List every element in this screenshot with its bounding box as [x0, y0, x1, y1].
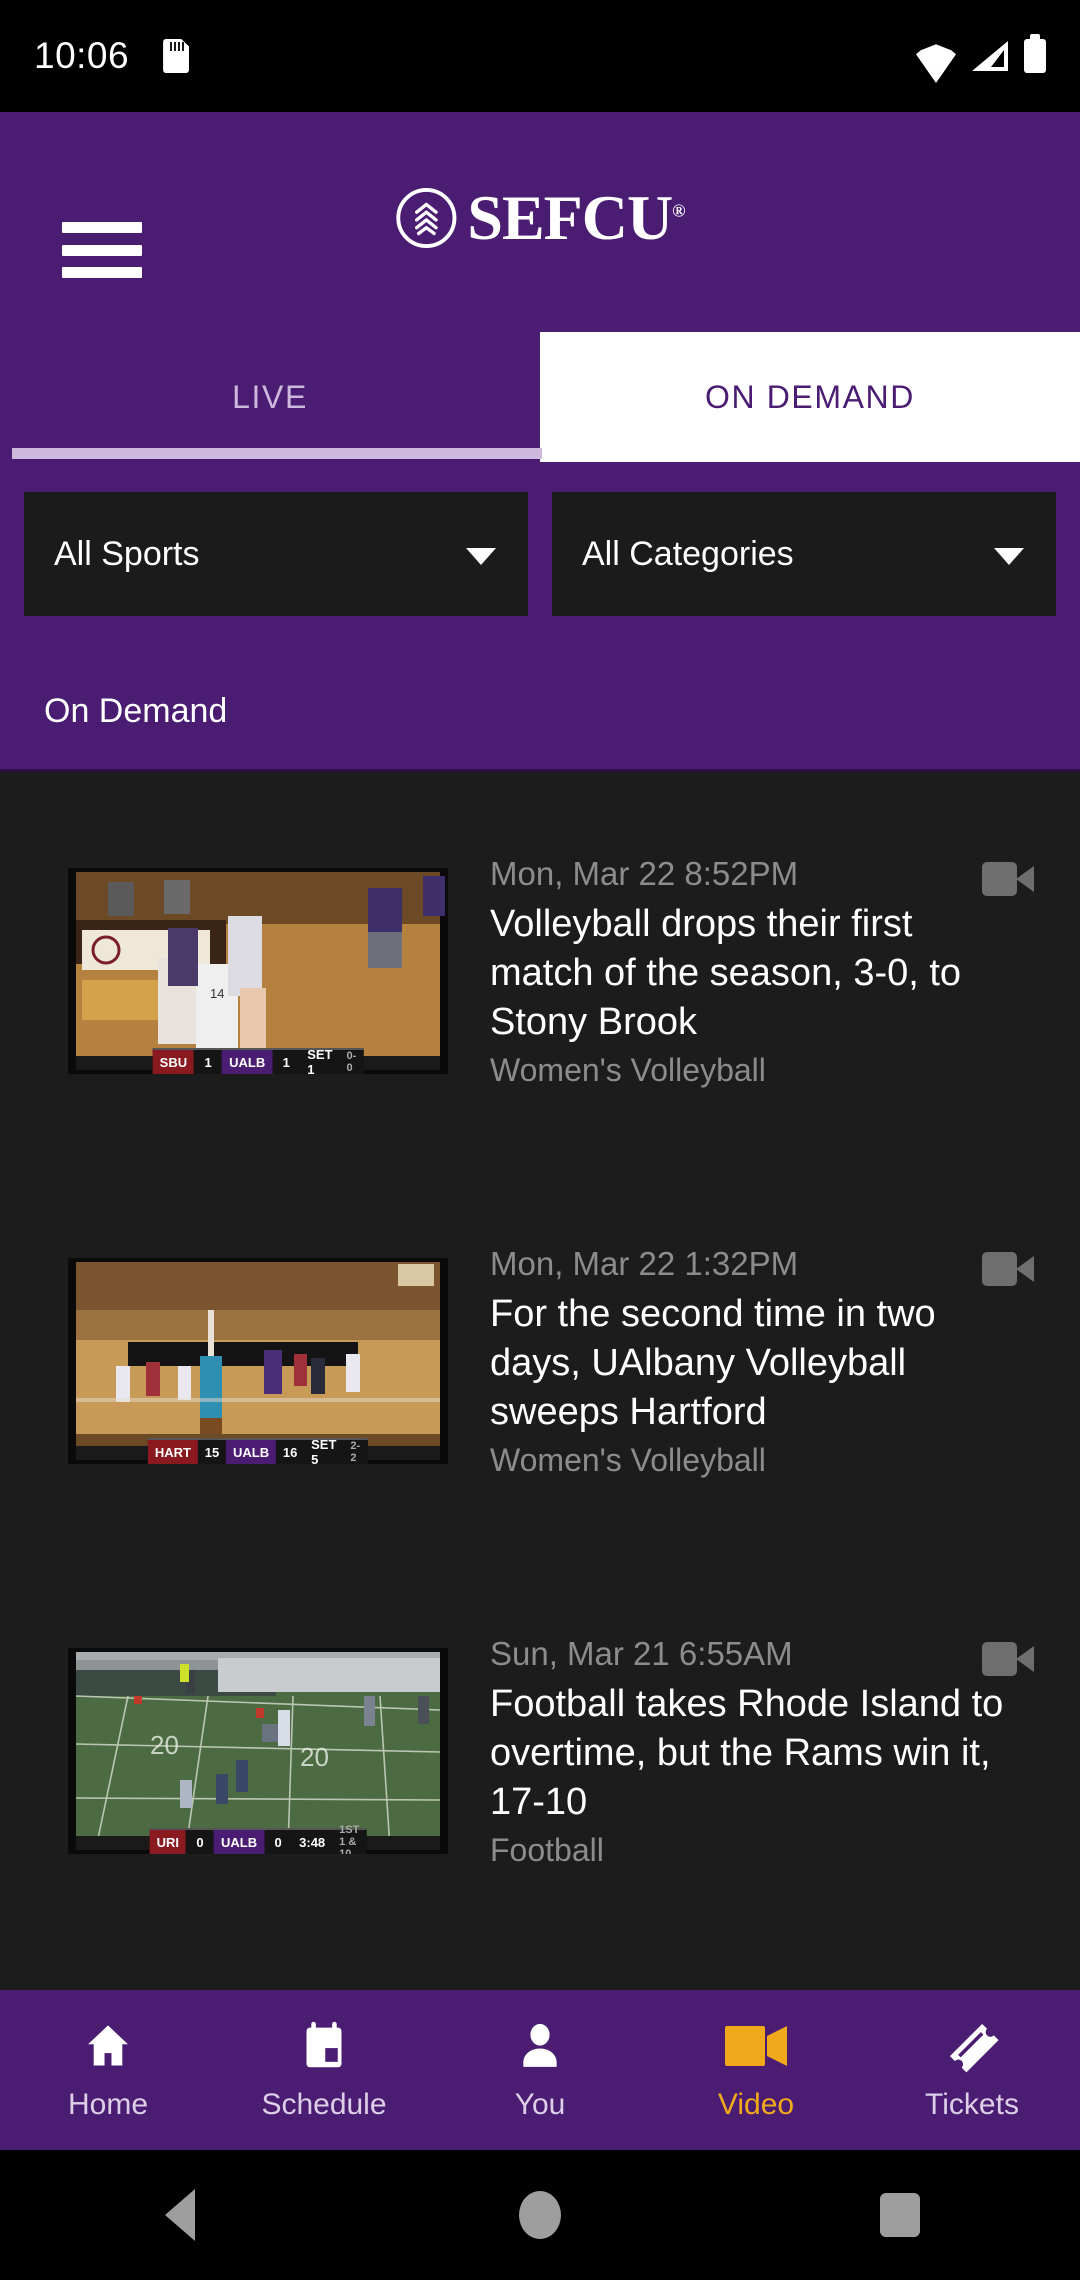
video-thumbnail[interactable]: 14 SBU 1 UALB 1 SET 1 0-0	[68, 868, 448, 1074]
wifi-icon	[916, 41, 956, 71]
video-sport: Football	[490, 1832, 604, 1869]
video-date: Mon, Mar 22 1:32PM	[490, 1245, 799, 1282]
nav-label-you: You	[514, 2088, 566, 2121]
nav-label-schedule: Schedule	[261, 2088, 387, 2121]
back-button[interactable]	[0, 2189, 360, 2241]
thumbnail-image: 20 20	[68, 1648, 448, 1854]
score-value-b: 16	[276, 1440, 305, 1464]
sefcu-emblem-icon	[396, 187, 457, 249]
tab-live[interactable]: LIVE	[0, 332, 540, 462]
section-title: On Demand	[44, 692, 228, 730]
score-value-a: 0	[186, 1830, 215, 1854]
section-header: On Demand	[0, 654, 1080, 772]
svg-text:20: 20	[300, 1742, 329, 1772]
video-title[interactable]: Volleyball drops their first match of th…	[490, 900, 1010, 1046]
categories-filter-value: All Categories	[582, 534, 794, 573]
chevron-down-icon	[466, 548, 496, 565]
brand-text: SEFCU	[467, 182, 673, 253]
thumbnail-image: 14	[68, 868, 448, 1074]
score-team-b: UALB	[214, 1830, 265, 1854]
thumbnail-scoreboard: HART 15 UALB 16 SET 5 2-2	[147, 1437, 369, 1464]
video-thumbnail[interactable]: HART 15 UALB 16 SET 5 2-2	[68, 1258, 448, 1464]
brand-trademark: ®	[672, 200, 685, 221]
thumbnail-scoreboard: SBU 1 UALB 1 SET 1 0-0	[152, 1047, 364, 1074]
video-date: Mon, Mar 22 8:52PM	[490, 855, 799, 892]
nav-item-schedule[interactable]: Schedule	[216, 2018, 432, 2122]
categories-filter-dropdown[interactable]: All Categories	[552, 492, 1056, 616]
tab-on-demand[interactable]: ON DEMAND	[540, 332, 1080, 462]
video-camera-icon	[982, 1252, 1034, 1286]
thumbnail-scoreboard: URI 0 UALB 0 3:48 1ST 1 & 10	[149, 1824, 367, 1854]
score-team-b: UALB	[225, 1440, 277, 1464]
battery-icon	[1024, 34, 1046, 73]
score-team-a: SBU	[152, 1050, 195, 1074]
status-icons	[916, 34, 1046, 73]
score-value-a: 15	[197, 1440, 226, 1464]
sefcu-logo: SEFCU®	[395, 186, 686, 250]
nav-label-home: Home	[67, 2088, 149, 2121]
video-thumbnail[interactable]: 20 20 URI 0 UALB 0 3:48 1ST 1 & 10	[68, 1648, 448, 1854]
nav-label-tickets: Tickets	[925, 2088, 1019, 2121]
video-list[interactable]: 14 SBU 1 UALB 1 SET 1 0-0 Mon, Mar 22 8:…	[0, 772, 1080, 1990]
video-sport: Women's Volleyball	[490, 1052, 766, 1089]
score-period: SET 1	[300, 1047, 340, 1074]
score-period: SET 5	[304, 1437, 344, 1464]
bottom-navigation: Home Schedule You Video Tickets	[0, 1990, 1080, 2150]
chevron-down-icon	[994, 548, 1024, 565]
status-time: 10:06	[34, 35, 130, 76]
hamburger-menu-icon[interactable]	[62, 222, 142, 278]
score-value-b: 0	[264, 1830, 293, 1854]
score-team-a: URI	[149, 1830, 187, 1854]
video-camera-icon	[725, 2018, 787, 2074]
nav-item-video[interactable]: Video	[648, 2018, 864, 2122]
nav-item-you[interactable]: You	[432, 2018, 648, 2122]
svg-text:14: 14	[210, 986, 224, 1001]
recents-button[interactable]	[720, 2193, 1080, 2237]
person-icon	[515, 2018, 565, 2074]
score-extra: 0-0	[339, 1050, 364, 1074]
video-sport: Women's Volleyball	[490, 1442, 766, 1479]
thumbnail-image	[68, 1258, 448, 1464]
video-meta: Sun, Mar 21 6:55AM Football takes Rhode …	[448, 1552, 1056, 1942]
android-navigation-bar	[0, 2150, 1080, 2280]
score-team-a: HART	[147, 1440, 198, 1464]
list-item[interactable]: 20 20 URI 0 UALB 0 3:48 1ST 1 & 10 Sun, …	[0, 1552, 1080, 1942]
video-title[interactable]: Football takes Rhode Island to overtime,…	[490, 1680, 1010, 1826]
score-period: 3:48	[292, 1830, 333, 1854]
score-value-a: 1	[194, 1050, 223, 1074]
score-value-b: 1	[272, 1050, 301, 1074]
brand-name: SEFCU®	[467, 186, 685, 250]
home-button[interactable]	[360, 2191, 720, 2239]
home-icon	[82, 2018, 134, 2074]
status-bar: 10:06	[0, 0, 1080, 112]
score-extra: 1ST 1 & 10	[332, 1824, 367, 1854]
list-item[interactable]: 14 SBU 1 UALB 1 SET 1 0-0 Mon, Mar 22 8:…	[0, 772, 1080, 1162]
list-item[interactable]: HART 15 UALB 16 SET 5 2-2 Mon, Mar 22 1:…	[0, 1162, 1080, 1552]
svg-text:20: 20	[150, 1730, 179, 1760]
video-camera-icon	[982, 862, 1034, 896]
sports-filter-dropdown[interactable]: All Sports	[24, 492, 528, 616]
ticket-icon	[945, 2018, 999, 2074]
filter-bar: All Sports All Categories	[0, 462, 1080, 654]
nav-item-tickets[interactable]: Tickets	[864, 2018, 1080, 2122]
video-title[interactable]: For the second time in two days, UAlbany…	[490, 1290, 1010, 1436]
video-date: Sun, Mar 21 6:55AM	[490, 1635, 793, 1672]
tab-bar: LIVE ON DEMAND	[0, 332, 1080, 462]
calendar-icon	[299, 2018, 349, 2074]
video-meta: Mon, Mar 22 8:52PM Volleyball drops thei…	[448, 772, 1056, 1162]
video-camera-icon	[982, 1642, 1034, 1676]
tab-indicator	[12, 448, 542, 459]
nav-item-home[interactable]: Home	[0, 2018, 216, 2122]
sports-filter-value: All Sports	[54, 534, 200, 573]
video-meta: Mon, Mar 22 1:32PM For the second time i…	[448, 1162, 1056, 1552]
cellular-signal-icon	[972, 41, 1008, 71]
sd-card-icon	[163, 39, 190, 73]
nav-label-video: Video	[717, 2088, 795, 2121]
score-team-b: UALB	[222, 1050, 273, 1074]
score-extra: 2-2	[343, 1440, 369, 1464]
